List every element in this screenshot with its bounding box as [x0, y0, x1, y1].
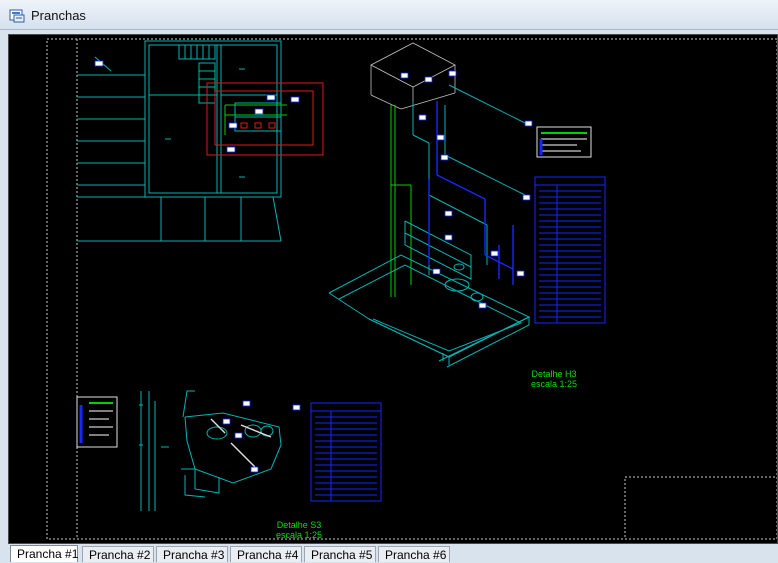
- material-table-s3: [310, 402, 382, 502]
- detail-h3-title: Detalhe H3: [531, 369, 577, 379]
- drawing-canvas[interactable]: Detalhe H3 escala 1:25 Detalhe S3 escala…: [8, 34, 778, 544]
- cad-drawing: [46, 38, 777, 540]
- sheet-tabs: Prancha #1 Prancha #2 Prancha #3 Prancha…: [0, 545, 778, 562]
- s3-plan: [139, 390, 282, 511]
- detail-h3-label: Detalhe H3 escala 1:25: [509, 369, 599, 389]
- detail-s3-title: Detalhe S3: [276, 520, 322, 530]
- floor-plan: [77, 40, 282, 242]
- iso-tank: [370, 42, 456, 110]
- legend-s3: [76, 396, 118, 448]
- tab-prancha-6[interactable]: Prancha #6: [378, 546, 450, 562]
- tab-prancha-2[interactable]: Prancha #2: [82, 546, 154, 562]
- red-box-outer: [206, 82, 324, 156]
- tab-prancha-3[interactable]: Prancha #3: [156, 546, 228, 562]
- tab-prancha-5[interactable]: Prancha #5: [304, 546, 376, 562]
- detail-s3-scale: escala 1:25: [275, 530, 323, 540]
- tab-prancha-1[interactable]: Prancha #1: [10, 545, 78, 562]
- legend-h3: [536, 126, 592, 158]
- detail-s3-label: Detalhe S3 escala 1:25: [257, 520, 341, 540]
- tab-prancha-4[interactable]: Prancha #4: [230, 546, 302, 562]
- window-title: Pranchas: [31, 8, 86, 23]
- green-pipes: [390, 105, 412, 297]
- detail-h3-scale: escala 1:25: [530, 379, 578, 389]
- app-icon: [9, 9, 25, 23]
- title-bar: Pranchas: [0, 0, 778, 30]
- material-table-h3: [534, 176, 606, 324]
